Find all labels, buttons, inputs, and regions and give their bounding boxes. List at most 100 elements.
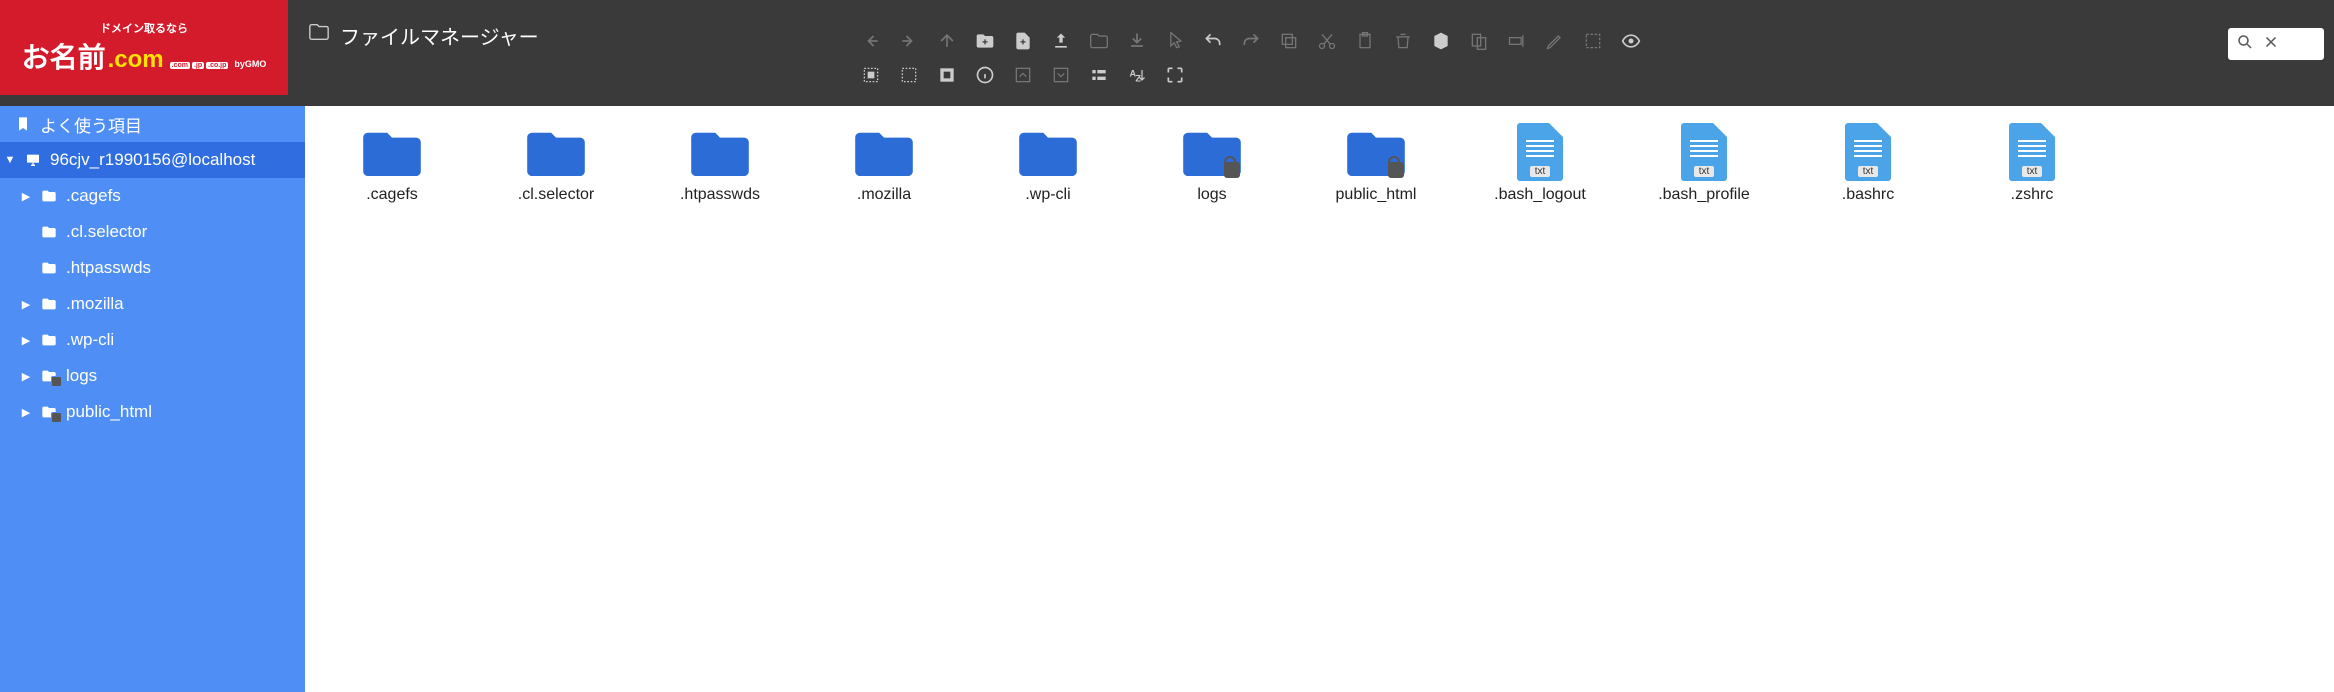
redo-icon[interactable] [1240, 30, 1262, 52]
fullscreen-icon[interactable] [1164, 64, 1186, 86]
folder-item[interactable]: public_html [1319, 124, 1433, 204]
file-icon: txt [1836, 124, 1900, 180]
cut-icon[interactable] [1316, 30, 1338, 52]
search-icon [2236, 33, 2254, 56]
file-icon: txt [2000, 124, 2064, 180]
sidebar-favorites[interactable]: よく使う項目 [0, 106, 305, 142]
folder-icon [360, 124, 424, 180]
chevron-right-icon: ▶ [20, 406, 32, 419]
folder-icon [1016, 124, 1080, 180]
select-all-icon[interactable] [860, 64, 882, 86]
folder-icon [40, 223, 58, 241]
item-label: .wp-cli [1025, 186, 1070, 204]
folder-item[interactable]: .cagefs [335, 124, 449, 204]
close-icon[interactable] [2262, 33, 2280, 56]
folder-label: logs [66, 366, 97, 386]
item-label: public_html [1336, 186, 1417, 204]
folder-icon [40, 367, 58, 385]
dashed-select-icon[interactable] [1582, 30, 1604, 52]
archive-icon[interactable] [1430, 30, 1452, 52]
file-icon: txt [1672, 124, 1736, 180]
chevron-right-icon: ▶ [20, 298, 32, 311]
collapse-down-icon[interactable] [1050, 64, 1072, 86]
sidebar-folder[interactable]: ▶ .wp-cli [0, 322, 305, 358]
page-title: ファイルマネージャー [340, 21, 539, 50]
undo-icon[interactable] [1202, 30, 1224, 52]
delete-icon[interactable] [1392, 30, 1414, 52]
item-label: .zshrc [2011, 186, 2054, 204]
folder-icon [852, 124, 916, 180]
folder-icon [524, 124, 588, 180]
chevron-down-icon: ▼ [4, 154, 16, 166]
folder-item[interactable]: .cl.selector [499, 124, 613, 204]
file-grid: .cagefs .cl.selector .htpasswds .mozilla… [335, 124, 2304, 204]
list-view-icon[interactable] [1088, 64, 1110, 86]
invert-select-icon[interactable] [936, 64, 958, 86]
open-folder-icon[interactable] [1088, 30, 1110, 52]
sidebar-folder[interactable]: .htpasswds [0, 250, 305, 286]
back-icon[interactable] [860, 30, 882, 52]
preview-icon[interactable] [1620, 30, 1642, 52]
chevron-right-icon: ▶ [20, 370, 32, 383]
folder-icon [40, 331, 58, 349]
item-label: .htpasswds [680, 186, 760, 204]
file-item[interactable]: txt .bash_profile [1647, 124, 1761, 204]
logo-com: .com [108, 46, 164, 74]
favorites-label: よく使う項目 [40, 112, 142, 137]
new-folder-icon[interactable] [974, 30, 996, 52]
upload-icon[interactable] [1050, 30, 1072, 52]
new-file-icon[interactable] [1012, 30, 1034, 52]
paste-icon[interactable] [1354, 30, 1376, 52]
sidebar-folder[interactable]: ▶ .cagefs [0, 178, 305, 214]
item-label: .cagefs [366, 186, 418, 204]
item-label: logs [1197, 186, 1226, 204]
copy-icon[interactable] [1278, 30, 1300, 52]
sidebar-host[interactable]: ▼ 96cjv_r1990156@localhost [0, 142, 305, 178]
sidebar-folder[interactable]: .cl.selector [0, 214, 305, 250]
search-box[interactable] [2228, 28, 2324, 60]
download-icon[interactable] [1126, 30, 1148, 52]
cursor-icon[interactable] [1164, 30, 1186, 52]
file-ext: txt [2022, 166, 2043, 177]
sidebar-folder[interactable]: ▶ public_html [0, 394, 305, 430]
file-item[interactable]: txt .zshrc [1975, 124, 2089, 204]
rename-icon[interactable] [1506, 30, 1528, 52]
logo-by: byGMO [234, 59, 266, 69]
deselect-icon[interactable] [898, 64, 920, 86]
folder-item[interactable]: .wp-cli [991, 124, 1105, 204]
sort-icon[interactable]: AZ [1126, 64, 1148, 86]
folder-icon [688, 124, 752, 180]
folder-icon [40, 259, 58, 277]
folder-item[interactable]: .htpasswds [663, 124, 777, 204]
item-label: .mozilla [857, 186, 911, 204]
collapse-up-icon[interactable] [1012, 64, 1034, 86]
sidebar-folder[interactable]: ▶ .mozilla [0, 286, 305, 322]
up-icon[interactable] [936, 30, 958, 52]
folder-label: .wp-cli [66, 330, 114, 350]
chevron-right-icon: ▶ [20, 334, 32, 347]
sidebar-folder[interactable]: ▶ logs [0, 358, 305, 394]
main-area: .cagefs .cl.selector .htpasswds .mozilla… [305, 106, 2334, 692]
edit-icon[interactable] [1544, 30, 1566, 52]
forward-icon[interactable] [898, 30, 920, 52]
folder-icon [40, 295, 58, 313]
duplicate-icon[interactable] [1468, 30, 1490, 52]
folder-icon [1344, 124, 1408, 180]
chevron-right-icon: ▶ [20, 190, 32, 203]
logo-badges: .com .jp .co.jp [170, 62, 229, 69]
folder-open-icon [308, 21, 330, 49]
folder-item[interactable]: .mozilla [827, 124, 941, 204]
sidebar: よく使う項目 ▼ 96cjv_r1990156@localhost ▶ .cag… [0, 106, 305, 692]
folder-label: .mozilla [66, 294, 124, 314]
file-item[interactable]: txt .bashrc [1811, 124, 1925, 204]
folder-icon [1180, 124, 1244, 180]
item-label: .bash_logout [1494, 186, 1586, 204]
folder-label: .cl.selector [66, 222, 147, 242]
folder-item[interactable]: logs [1155, 124, 1269, 204]
info-icon[interactable] [974, 64, 996, 86]
logo[interactable]: ドメイン取るなら お名前.com .com .jp .co.jp byGMO [0, 0, 288, 95]
toolbar: AZ [860, 30, 1660, 86]
file-item[interactable]: txt .bash_logout [1483, 124, 1597, 204]
folder-label: .htpasswds [66, 258, 151, 278]
file-ext: txt [1694, 166, 1715, 177]
